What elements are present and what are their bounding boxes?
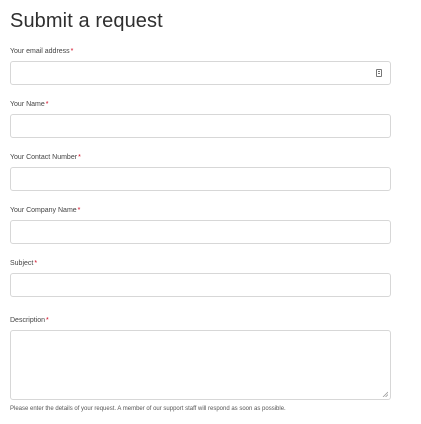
company-name-input[interactable] <box>10 220 391 244</box>
name-label: Your Name* <box>10 101 49 108</box>
page-title: Submit a request <box>10 10 163 32</box>
email-label: Your email address* <box>10 48 74 55</box>
contact-number-label: Your Contact Number* <box>10 154 81 161</box>
subject-field-group: Subject* <box>10 259 392 297</box>
required-marker: * <box>34 260 38 267</box>
email-field-group: Your email address* <box>10 47 392 85</box>
name-field-group: Your Name* <box>10 100 392 138</box>
subject-input[interactable] <box>10 273 391 297</box>
subject-label: Subject* <box>10 260 38 267</box>
required-marker: * <box>77 207 81 214</box>
name-input[interactable] <box>10 114 391 138</box>
company-field-group: Your Company Name* <box>10 206 392 244</box>
request-form-page: Submit a request Your email address* You… <box>10 0 392 413</box>
description-help-text: Please enter the details of your request… <box>10 406 286 412</box>
description-field-group: Description* Please enter the details of… <box>10 316 392 413</box>
description-label: Description* <box>10 317 49 324</box>
required-marker: * <box>78 154 81 161</box>
contact-field-group: Your Contact Number* <box>10 153 392 191</box>
description-textarea[interactable] <box>10 330 391 400</box>
required-marker: * <box>70 48 74 55</box>
autofill-contact-card-icon[interactable] <box>376 69 382 77</box>
resize-handle-icon[interactable] <box>382 391 388 397</box>
company-name-label: Your Company Name* <box>10 207 81 214</box>
required-marker: * <box>46 317 49 324</box>
required-marker: * <box>45 101 49 108</box>
contact-number-input[interactable] <box>10 167 391 191</box>
email-input[interactable] <box>10 61 391 85</box>
